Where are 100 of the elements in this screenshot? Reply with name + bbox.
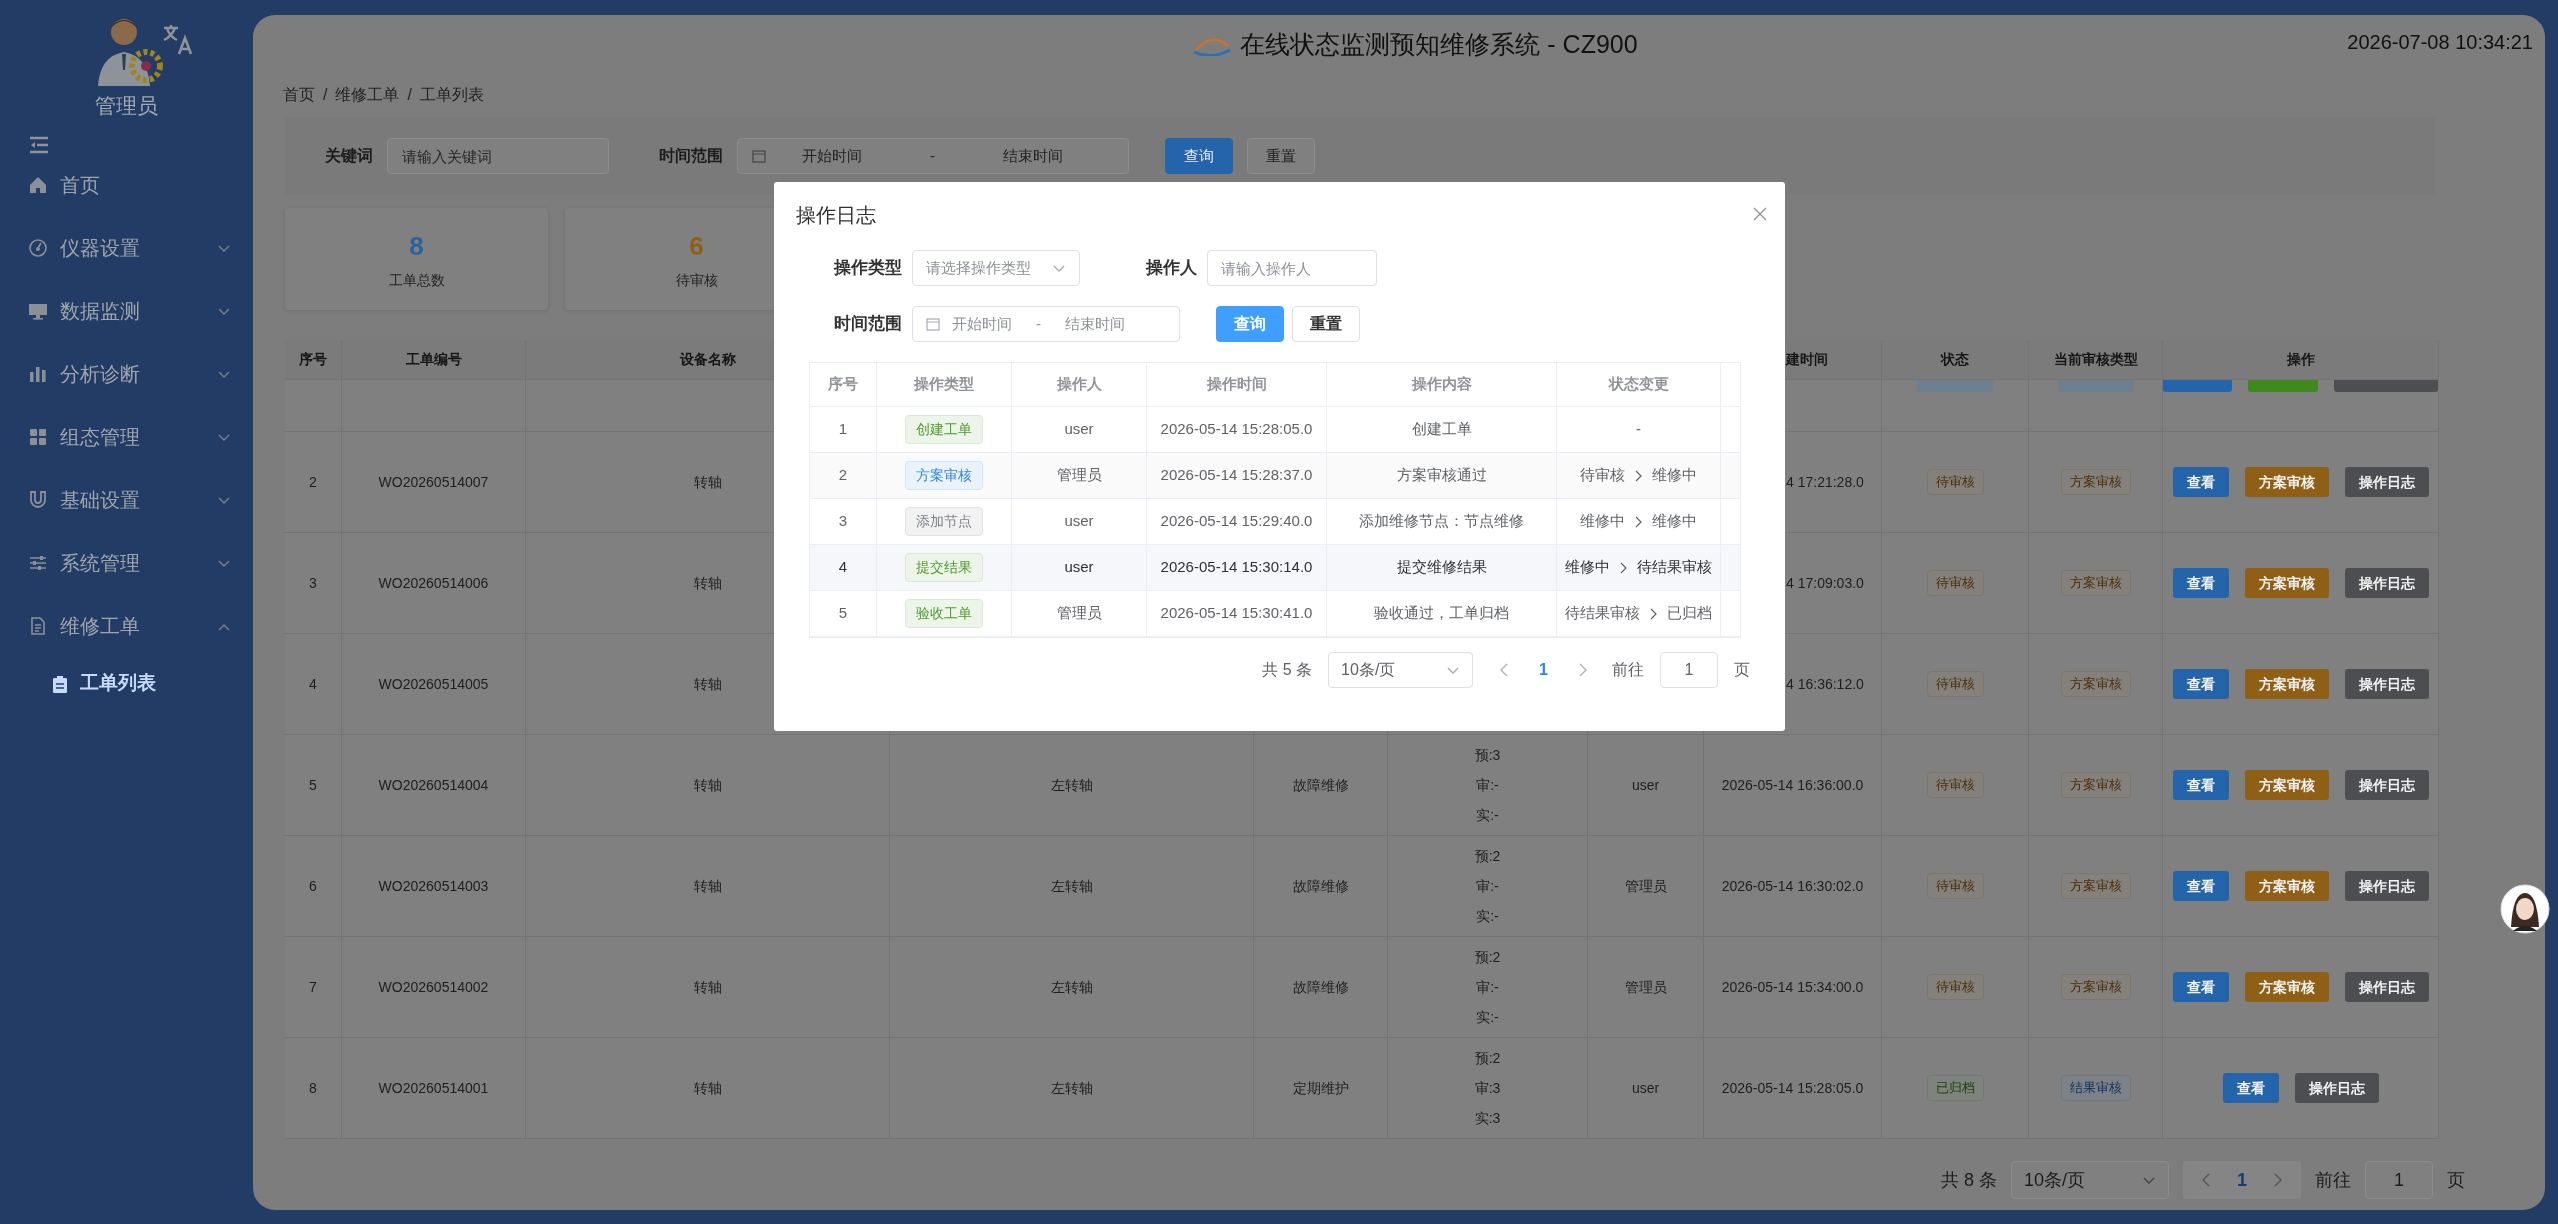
field-label: 操作类型 — [832, 257, 902, 280]
keyword-field[interactable]: 请输入关键词 — [387, 138, 609, 174]
table-cell-text: WO20260514004 — [378, 775, 489, 795]
monitor-icon — [28, 301, 48, 321]
menu-item[interactable]: 仪器设置 — [0, 216, 253, 280]
search-button[interactable]: 查询 — [1216, 306, 1284, 342]
breadcrumb-link[interactable]: 维修工单 — [335, 83, 400, 107]
action-button[interactable]: 操作日志 — [2344, 972, 2429, 1002]
submenu-item[interactable]: 工单列表 — [0, 657, 253, 710]
table-cell-text: - — [1636, 419, 1641, 440]
table-cell-text: WO20260514001 — [378, 1078, 489, 1098]
page-jump-field[interactable]: 1 — [2365, 1161, 2433, 1199]
dialog-title: 操作日志 — [796, 203, 877, 228]
action-button[interactable]: 方案审核 — [2244, 467, 2329, 497]
menu-item[interactable]: 数据监测 — [0, 279, 253, 343]
assistant-avatar-icon[interactable] — [2499, 883, 2551, 935]
breadcrumb-link[interactable]: 首页 — [283, 83, 315, 107]
action-button[interactable]: 操作日志 — [2294, 1073, 2379, 1103]
document-icon — [28, 616, 48, 636]
previous-page-icon[interactable] — [2201, 1173, 2211, 1187]
table-cell-text: 2026-05-14 15:29:40.0 — [1160, 511, 1313, 532]
menu-item[interactable]: 系统管理 — [0, 531, 253, 595]
table-cell-text: user — [1064, 557, 1094, 578]
table-cell-text: 提交维修结果 — [1396, 557, 1487, 578]
action-button[interactable]: 操作日志 — [2344, 871, 2429, 901]
search-button[interactable]: 查询 — [1165, 138, 1233, 174]
page-unit-label: 页 — [2447, 1168, 2465, 1192]
page-size-select[interactable]: 10条/页 — [2011, 1161, 2169, 1199]
table-cell-text: 预:2 — [1474, 1049, 1501, 1068]
action-button[interactable]: 操作日志 — [2344, 669, 2429, 699]
gauge-icon — [28, 238, 48, 258]
translate-icon[interactable] — [161, 22, 195, 56]
table-cell-text: 左转轴 — [1050, 876, 1093, 896]
menu-icon[interactable] — [28, 135, 50, 154]
table-cell-text: 2026-05-14 16:30:02.0 — [1721, 876, 1864, 896]
action-button[interactable]: 操作日志 — [2344, 568, 2429, 598]
breadcrumb-separator: / — [323, 85, 328, 105]
status-tag: 待审核 — [1926, 873, 1984, 899]
action-button[interactable]: 查看 — [2222, 1073, 2279, 1103]
previous-page-icon[interactable] — [1499, 663, 1510, 677]
table-cell-text: WO20260514005 — [378, 674, 489, 694]
action-button[interactable]: 方案审核 — [2244, 669, 2329, 699]
action-button[interactable]: 方案审核 — [2244, 972, 2329, 1002]
review-type-tag: 方案审核 — [2060, 974, 2131, 1000]
page-size-select[interactable]: 10条/页 — [1328, 652, 1474, 688]
table-cell-text: 左转轴 — [1050, 977, 1093, 997]
action-button[interactable]: 查看 — [2172, 871, 2229, 901]
datetime: 2026-07-08 10:34:21 — [2347, 30, 2533, 55]
action-button[interactable]: 查看 — [2172, 770, 2229, 800]
table-cell-text: 4 — [838, 557, 848, 578]
menu-item[interactable]: 首页 — [0, 153, 253, 217]
action-button[interactable]: 操作日志 — [2344, 770, 2429, 800]
operation-type-tag: 验收工单 — [905, 599, 983, 628]
operator-field[interactable]: 请输入操作人 — [1207, 250, 1377, 286]
status-tag: 待审核 — [1926, 772, 1984, 798]
table-cell-text: 2 — [309, 472, 317, 492]
field-label: 时间范围 — [659, 146, 723, 166]
table-cell-text: 管理员 — [1624, 876, 1667, 896]
table-cell-text: WO20260514002 — [378, 977, 489, 997]
table-cell-text: WO20260514006 — [378, 573, 489, 593]
table-cell-text: 实:- — [1476, 1008, 1499, 1027]
action-button[interactable]: 方案审核 — [2244, 871, 2329, 901]
menu-item[interactable]: 基础设置 — [0, 468, 253, 532]
menu-item[interactable]: 分析诊断 — [0, 342, 253, 406]
table-cell-text: 左转轴 — [1050, 1078, 1093, 1098]
menu-item[interactable]: 组态管理 — [0, 405, 253, 469]
review-type-tag: 方案审核 — [2060, 570, 2131, 596]
page-jump-field[interactable]: 1 — [1660, 652, 1718, 688]
next-page-icon[interactable] — [2273, 1173, 2283, 1187]
reset-button[interactable]: 重置 — [1247, 138, 1315, 174]
action-button[interactable]: 查看 — [2172, 669, 2229, 699]
status-tag: 待审核 — [1926, 570, 1984, 596]
page-number[interactable]: 1 — [2237, 1166, 2247, 1194]
action-button[interactable]: 方案审核 — [2244, 568, 2329, 598]
breadcrumb-separator: / — [407, 85, 412, 105]
table-cell-text: 预:2 — [1474, 948, 1501, 967]
action-button[interactable] — [2163, 380, 2233, 392]
close-icon — [1753, 206, 1767, 221]
date-range-field[interactable]: 开始时间 - 结束时间 — [737, 138, 1129, 174]
action-button[interactable]: 查看 — [2172, 568, 2229, 598]
operation-type-select[interactable]: 请选择操作类型 — [912, 250, 1080, 286]
action-button[interactable]: 查看 — [2172, 972, 2229, 1002]
operation-type-tag: 提交结果 — [905, 553, 983, 582]
review-type-tag: 结果审核 — [2060, 1075, 2131, 1101]
next-page-icon[interactable] — [1578, 663, 1588, 677]
reset-button[interactable]: 重置 — [1292, 306, 1360, 342]
action-button[interactable]: 方案审核 — [2244, 770, 2329, 800]
action-button[interactable]: 查看 — [2172, 467, 2229, 497]
date-range-field[interactable]: 开始时间 - 结束时间 — [912, 306, 1180, 342]
status-to: 已归档 — [1667, 603, 1712, 624]
page-number[interactable]: 1 — [1539, 658, 1548, 682]
table-cell-text: 方案审核通过 — [1396, 465, 1487, 486]
table-cell-text: 3 — [309, 573, 317, 593]
table-cell-text: 管理员 — [1056, 603, 1102, 624]
table-cell-text: WO20260514003 — [378, 876, 489, 896]
menu-item[interactable]: 维修工单 — [0, 594, 253, 658]
table-cell-text: 5 — [309, 775, 317, 795]
action-button[interactable]: 操作日志 — [2344, 467, 2429, 497]
column-header: 状态变更 — [1608, 374, 1669, 395]
status-from: 待结果审核 — [1565, 603, 1640, 624]
